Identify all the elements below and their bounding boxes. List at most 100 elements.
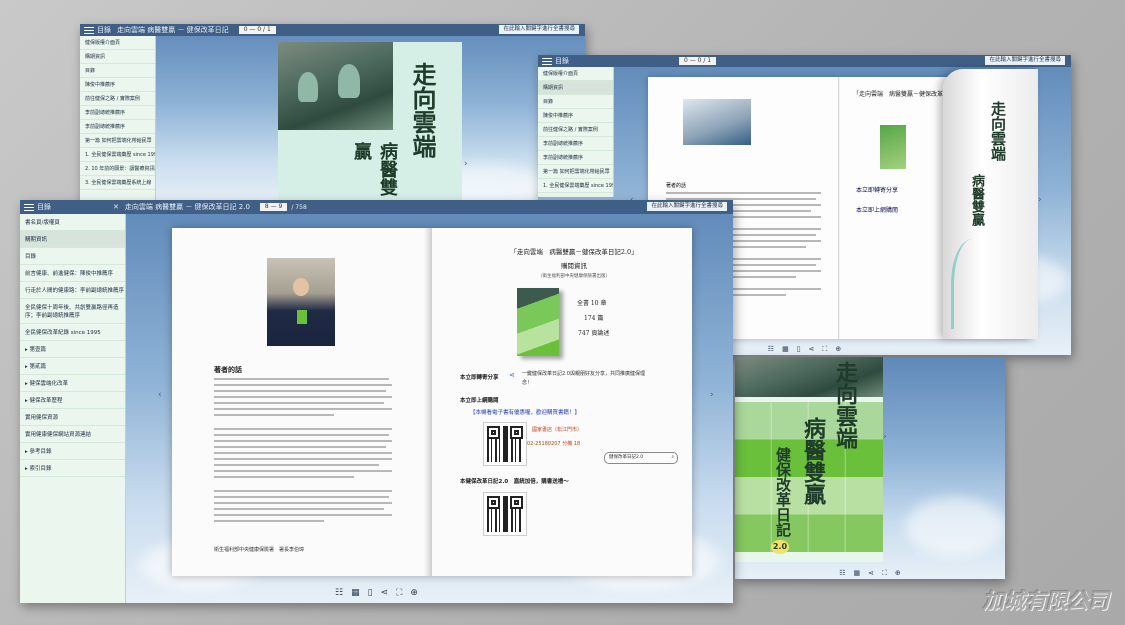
- book-image: [517, 288, 559, 356]
- toc-item[interactable]: 陳俊中推薦序: [538, 109, 613, 123]
- toc-label: 健保改革歷程: [29, 398, 63, 404]
- toc-item[interactable]: 健保版權介面頁: [80, 36, 155, 50]
- search-button[interactable]: 在此輸入關鍵字進行全書搜尋: [647, 202, 727, 211]
- search-hint-box[interactable]: 健保改革日記2.0 ⌕: [604, 452, 678, 464]
- prev-page-arrow[interactable]: ‹: [158, 390, 162, 400]
- magnifier-icon: ⌕: [671, 455, 674, 460]
- toc-item[interactable]: 健保版權介面頁: [538, 67, 613, 81]
- toc-item-expandable[interactable]: ▸ 索引目錄: [20, 460, 125, 477]
- share-text: 一鍵健保改革日記2.0與親朋好友分享，共同推廣健保理念！: [522, 371, 645, 386]
- next-page-arrow[interactable]: ›: [883, 432, 887, 442]
- toc-item[interactable]: 購期資訊: [80, 50, 155, 64]
- toolbar: 目錄 ✕ 走向雲端 病醫雙贏 － 健保改革日記 2.0 8 — 9 / 758 …: [20, 200, 733, 214]
- zoom-icon[interactable]: ⊕: [835, 345, 841, 353]
- toc-item[interactable]: 前言健康、前進健保：陳俊中推薦序: [20, 265, 125, 282]
- page-input[interactable]: 0 — 0 / 1: [679, 57, 717, 65]
- grid-icon[interactable]: ▦: [854, 569, 861, 577]
- toc-item-expandable[interactable]: ▸ 第貳篇: [20, 358, 125, 375]
- toc-item[interactable]: 全民健保改革紀錄 since 1995: [20, 324, 125, 341]
- fullscreen-icon[interactable]: ⛶: [822, 345, 827, 354]
- cover-version: 2.0: [771, 540, 789, 554]
- grid-icon[interactable]: ▦: [782, 345, 789, 353]
- share-icon[interactable]: ⋖: [381, 588, 389, 598]
- toc-item-contents[interactable]: 目錄: [20, 248, 125, 265]
- zoom-icon[interactable]: ⊕: [895, 569, 901, 577]
- online-label: 本立即上網購閱: [460, 398, 499, 404]
- toc-item-expandable[interactable]: ▸ 健保雲端化改革: [20, 375, 125, 392]
- toc-item-expandable[interactable]: ▸ 參考目錄: [20, 443, 125, 460]
- next-page-arrow[interactable]: ›: [464, 159, 468, 169]
- toc-item[interactable]: 3. 全民健保雲端藥歷系統上線: [80, 176, 155, 190]
- bookmark-icon[interactable]: ▯: [368, 588, 373, 598]
- search-button[interactable]: 在此輸入關鍵字進行全書搜尋: [985, 56, 1065, 65]
- toc-item-title-page[interactable]: 書名頁/版權頁: [20, 214, 125, 231]
- toc-item[interactable]: 第一篇 如何把雲端化帶給民眾: [80, 134, 155, 148]
- toc-item[interactable]: 目錄: [80, 64, 155, 78]
- qr-code-purchase[interactable]: [483, 492, 527, 536]
- toc-label: 索引目錄: [29, 466, 52, 472]
- grid-icon[interactable]: ▦: [351, 588, 360, 598]
- zoom-icon[interactable]: ⊕: [410, 588, 418, 598]
- thumbnails-icon[interactable]: ☷: [335, 588, 343, 598]
- search-hint: 健保改革日記2.0: [609, 455, 644, 460]
- toc-item[interactable]: 前往健保之路 / 實際案例: [80, 92, 155, 106]
- toc-item[interactable]: 李前副總統推薦序: [538, 137, 613, 151]
- toc-item[interactable]: 李前副總統推薦序: [80, 120, 155, 134]
- book-title: 走向雲端 病醫雙贏 － 健保改革日記: [117, 26, 229, 34]
- bottom-toolbar: ☷ ▦ ⋖ ⛶ ⊕: [735, 567, 1005, 579]
- publisher-note: （衛生福利部中央健康保險署出版）: [538, 274, 610, 279]
- book-spread: 著者的話 衛生福利部中央健康保險署 署長李伯璋 「走向雲端 病醫雙贏－健保改革日…: [172, 228, 692, 576]
- toc-item[interactable]: 目錄: [538, 95, 613, 109]
- section-heading: 著者的話: [214, 366, 242, 374]
- watermark: 加城有限公司: [983, 589, 1109, 613]
- thumbnails-icon[interactable]: ☷: [839, 569, 845, 577]
- share-icon[interactable]: ⋖: [509, 371, 515, 379]
- sidebar-close-icon[interactable]: ✕: [113, 203, 119, 211]
- signature: 衛生福利部中央健康保險署 署長李伯璋: [214, 547, 305, 553]
- share-icon[interactable]: ⋖: [809, 345, 815, 353]
- menu-icon[interactable]: [542, 57, 552, 65]
- thumbnails-icon[interactable]: ☷: [768, 345, 774, 353]
- cover-leaf-graphic: [951, 239, 994, 329]
- fullscreen-icon[interactable]: ⛶: [882, 569, 887, 578]
- toc-item-expandable[interactable]: ▸ 健保改革歷程: [20, 392, 125, 409]
- page-input[interactable]: 0 — 0 / 1: [238, 26, 276, 34]
- search-button[interactable]: 在此輸入關鍵字進行全書搜尋: [499, 25, 579, 34]
- online-label: 本立即上網購閱: [856, 207, 899, 214]
- toc-item[interactable]: 全民健保十周年後、共創雙贏路徑再造序；李前副總統推薦序: [20, 299, 125, 324]
- sidebar-toc: 書名頁/版權頁 購期資訊 目錄 前言健康、前進健保：陳俊中推薦序 行走於人間的健…: [20, 214, 126, 603]
- menu-icon[interactable]: [84, 26, 94, 34]
- toc-item[interactable]: 陳俊中推薦序: [80, 78, 155, 92]
- toc-item-expandable[interactable]: ▸ 第壹篇: [20, 341, 125, 358]
- next-page-arrow[interactable]: ›: [1038, 195, 1042, 205]
- page-total: / 758: [291, 203, 307, 211]
- left-page: 著者的話 衛生福利部中央健康保險署 署長李伯璋: [172, 228, 432, 576]
- toc-item[interactable]: 實用健康健保網站資源連結: [20, 426, 125, 443]
- toc-item[interactable]: 2. 10 年前的願景：讓醫療資訊跟我們走下去（健保雲）: [80, 162, 155, 176]
- cover-line: 健保改革日記: [774, 447, 792, 537]
- store-label: 國家書店（松江門市）: [532, 427, 583, 433]
- next-page-arrow[interactable]: ›: [710, 390, 714, 400]
- toc-item[interactable]: 1. 全民健保雲端藥歷 since 1995: [538, 179, 613, 193]
- menu-icon[interactable]: [24, 203, 34, 211]
- fullscreen-icon[interactable]: ⛶: [396, 588, 402, 598]
- section-heading: 著者的話: [666, 183, 687, 189]
- toc-item-purchase[interactable]: 購期資訊: [20, 231, 125, 248]
- toc-item[interactable]: 購期資訊: [538, 81, 613, 95]
- toc-item[interactable]: 李前副總統推薦序: [538, 151, 613, 165]
- toc-item[interactable]: 1. 全民健保雲端藥歷 since 1995: [80, 148, 155, 162]
- toc-item[interactable]: 前往健保之路 / 實際案例: [538, 123, 613, 137]
- curl-cover-title: 走向雲端: [989, 101, 1007, 161]
- toolbar: 目錄 走向雲端 病醫雙贏 － 健保改革日記 0 — 0 / 1 在此輸入關鍵字進…: [80, 24, 585, 36]
- page-input[interactable]: 8 — 9: [259, 203, 288, 211]
- toc-item[interactable]: 行走於人間的健康路：李前副總統推薦序: [20, 282, 125, 299]
- cover-subtitle: 病醫雙贏: [351, 142, 398, 196]
- share-icon[interactable]: ⋖: [868, 569, 874, 577]
- qr-code-store[interactable]: [483, 422, 527, 466]
- book-cover: 走向雲端 病醫雙贏: [278, 42, 462, 204]
- bookmark-icon[interactable]: ▯: [797, 345, 801, 353]
- cover-title: 走向雲端: [832, 361, 858, 449]
- toc-item[interactable]: 實用健保資源: [20, 409, 125, 426]
- toc-item[interactable]: 第一篇 如何把雲端化帶給民眾: [538, 165, 613, 179]
- toc-item[interactable]: 李前副總統推薦序: [80, 106, 155, 120]
